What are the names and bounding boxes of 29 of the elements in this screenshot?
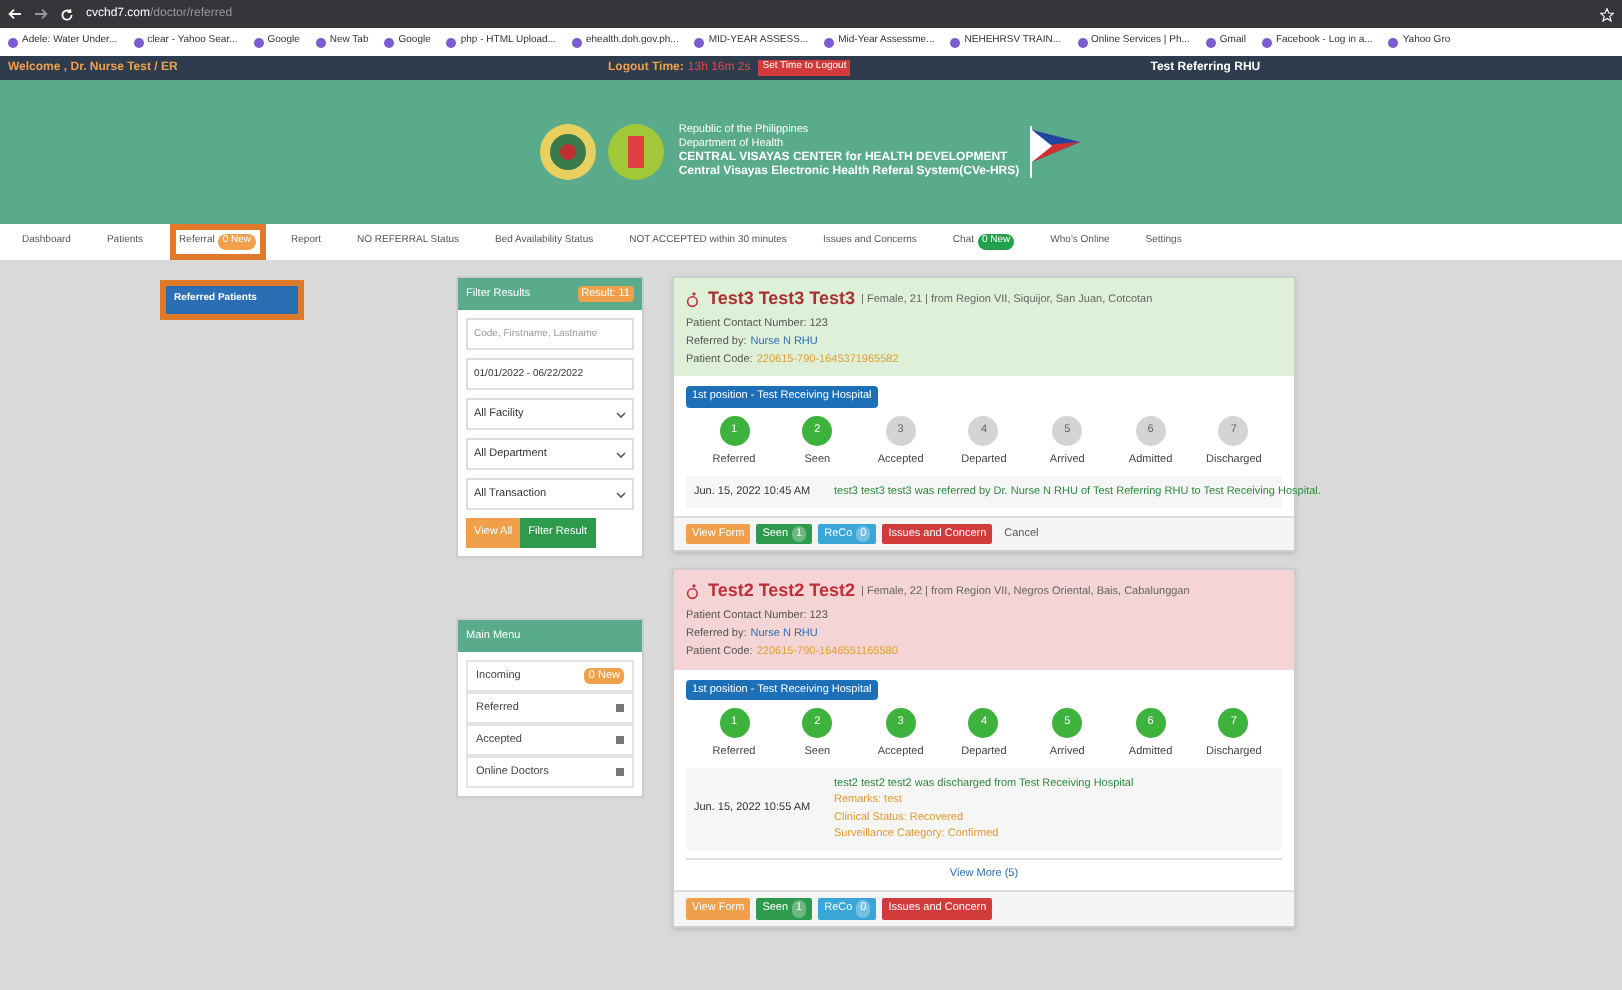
- chevron-down-icon: [616, 491, 626, 498]
- bookmark-favicon-icon: [1388, 37, 1399, 47]
- bookmark-favicon-icon: [253, 37, 264, 47]
- seal-logo-icon: [538, 122, 599, 182]
- bookmark-favicon-icon: [1077, 37, 1088, 47]
- forward-icon[interactable]: [34, 8, 48, 20]
- patient-name[interactable]: Test3 Test3 Test3: [708, 286, 856, 313]
- menu-item-icon: [616, 703, 624, 712]
- chevron-down-icon: [616, 411, 626, 418]
- bookmark-favicon-icon: [1205, 37, 1216, 47]
- bookmark-favicon-icon: [1261, 37, 1272, 47]
- bookmark-favicon-icon: [694, 37, 705, 47]
- bookmark-favicon-icon: [824, 37, 835, 47]
- bookmark-favicon-icon: [315, 37, 326, 47]
- anniversary-logo-icon: [606, 122, 667, 182]
- menu-item-icon: [616, 735, 624, 744]
- bookmark-favicon-icon: [950, 37, 961, 47]
- star-icon[interactable]: [1600, 7, 1614, 21]
- reload-icon[interactable]: [60, 7, 74, 21]
- bookmark-favicon-icon: [8, 37, 18, 47]
- bookmark-favicon-icon: [133, 37, 144, 47]
- back-icon[interactable]: [8, 8, 22, 20]
- bookmark-favicon-icon: [446, 37, 457, 47]
- flag-icon: [1027, 126, 1084, 178]
- bookmark-favicon-icon: [572, 37, 582, 47]
- bookmark-favicon-icon: [384, 37, 395, 47]
- patient-name[interactable]: Test2 Test2 Test2: [708, 578, 856, 606]
- menu-item-icon: [616, 767, 624, 776]
- chevron-down-icon: [616, 451, 626, 458]
